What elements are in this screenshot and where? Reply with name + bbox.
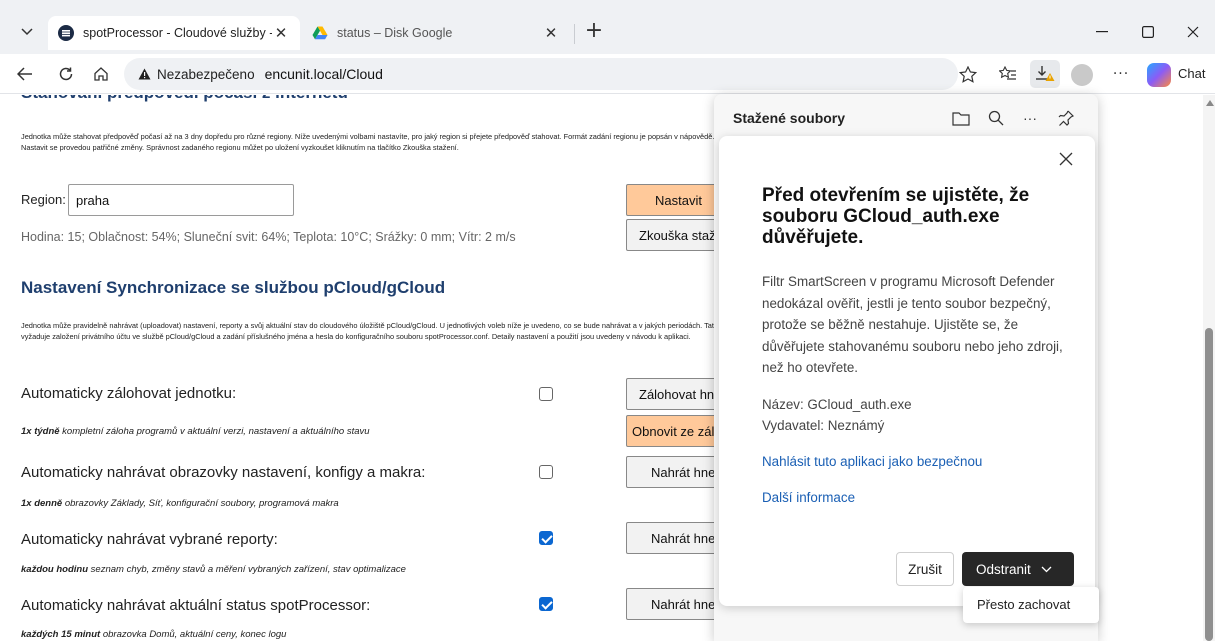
delete-button[interactable]: Odstranit: [962, 552, 1074, 586]
note-period: 1x denně: [21, 498, 63, 509]
favorites-list-button[interactable]: [993, 60, 1023, 88]
auto-upload-screens-checkbox[interactable]: [539, 465, 553, 479]
auto-upload-status-checkbox[interactable]: [539, 597, 553, 611]
profile-avatar[interactable]: [1071, 64, 1093, 86]
note-period: 1x týdně: [21, 426, 60, 437]
auto-backup-label: Automaticky zálohovat jednotku:: [21, 385, 237, 402]
close-window-button[interactable]: [1173, 14, 1213, 50]
pin-icon: [1058, 110, 1074, 126]
tab-separator: [574, 24, 575, 44]
region-input[interactable]: [68, 184, 294, 216]
search-downloads-button[interactable]: [986, 108, 1006, 128]
chevron-down-icon: [1041, 566, 1052, 572]
tab-spotprocessor[interactable]: spotProcessor - Cloudové služby - ✕: [48, 16, 300, 50]
note-text: obrazovka Domů, aktuální ceny, konec log…: [100, 629, 287, 640]
note-period: každou hodinu: [21, 564, 89, 575]
dialog-title: Před otevřením se ujistěte, že souboru G…: [762, 185, 1030, 248]
weather-section-title: Stahování předpovědi počasí z internetu: [21, 95, 348, 103]
search-icon: [988, 110, 1004, 126]
tab-actions-menu-button[interactable]: [12, 17, 42, 47]
folder-icon: [952, 111, 970, 126]
file-name: Název: GCloud_auth.exe: [762, 397, 912, 412]
favorite-button[interactable]: [953, 60, 983, 88]
file-publisher: Vydavatel: Neznámý: [762, 418, 885, 433]
close-tab-icon[interactable]: ✕: [542, 24, 560, 42]
home-icon: [94, 67, 108, 81]
url-text: encunit.local/Cloud: [264, 66, 383, 82]
browser-toolbar: Nezabezpečeno encunit.local/Cloud ··· Ch…: [0, 54, 1215, 94]
tab-title: spotProcessor - Cloudové služby -: [83, 26, 272, 40]
note-period: každých 15 minut: [21, 629, 101, 640]
close-icon: [1187, 26, 1199, 38]
tab-strip: spotProcessor - Cloudové služby - ✕ stat…: [0, 0, 1215, 54]
scrollbar-thumb[interactable]: [1205, 328, 1213, 641]
keep-anyway-menu-item[interactable]: Přesto zachovat: [963, 587, 1099, 623]
cancel-button[interactable]: Zrušit: [896, 552, 954, 586]
region-label: Region:: [21, 192, 66, 207]
note-text: seznam chyb, změny stavů a měření vybran…: [88, 564, 406, 575]
back-arrow-icon: [17, 67, 32, 81]
refresh-button[interactable]: [51, 60, 81, 88]
open-folder-button[interactable]: [951, 108, 971, 128]
minimize-button[interactable]: [1082, 14, 1122, 50]
maximize-button[interactable]: [1128, 14, 1168, 50]
auto-upload-status-note: každých 15 minut obrazovka Domů, aktuáln…: [21, 629, 286, 640]
scroll-up-arrow-icon[interactable]: [1206, 100, 1214, 106]
smartscreen-warning-dialog: Před otevřením se ujistěte, že souboru G…: [719, 136, 1095, 606]
sync-section-title: Nastavení Synchronizace se službou pClou…: [21, 278, 446, 297]
download-warning-icon: [1036, 66, 1055, 81]
auto-upload-screens-label: Automaticky nahrávat obrazovky nastavení…: [21, 464, 426, 481]
favorites-icon: [999, 66, 1016, 80]
more-icon: ···: [1112, 66, 1130, 82]
sync-description: Jednotka může pravidelně nahrávat (uploa…: [21, 321, 762, 341]
close-tab-icon[interactable]: ✕: [272, 24, 290, 42]
downloads-title: Stažené soubory: [733, 110, 846, 126]
copilot-icon[interactable]: [1147, 63, 1171, 87]
dialog-close-button[interactable]: [1059, 152, 1079, 172]
note-text: kompletní záloha programů v aktuální ver…: [59, 426, 370, 437]
star-icon: [959, 65, 977, 83]
report-safe-link[interactable]: Nahlásit tuto aplikaci jako bezpečnou: [762, 454, 982, 469]
security-label: Nezabezpečeno: [157, 66, 255, 82]
pin-downloads-button[interactable]: [1056, 108, 1076, 128]
chat-label[interactable]: Chat: [1178, 66, 1205, 81]
new-tab-button[interactable]: +: [580, 18, 608, 46]
delete-label: Odstranit: [976, 561, 1031, 577]
dialog-body: Filtr SmartScreen v programu Microsoft D…: [762, 274, 1063, 375]
minimize-icon: [1096, 31, 1108, 33]
back-button[interactable]: [10, 60, 40, 88]
auto-upload-reports-note: každou hodinu seznam chyb, změny stavů a…: [21, 564, 406, 575]
auto-upload-screens-note: 1x denně obrazovky Základy, Síť, konfigu…: [21, 498, 339, 509]
more-icon: ···: [1023, 110, 1037, 126]
more-menu-button[interactable]: ···: [1106, 60, 1136, 88]
security-indicator[interactable]: Nezabezpečeno: [138, 67, 255, 82]
more-info-link[interactable]: Další informace: [762, 490, 855, 505]
weather-status: Hodina: 15; Oblačnost: 54%; Sluneční svi…: [21, 230, 516, 244]
downloads-button[interactable]: [1030, 60, 1060, 88]
refresh-icon: [59, 67, 73, 81]
auto-upload-reports-checkbox[interactable]: [539, 531, 553, 545]
downloads-more-button[interactable]: ···: [1020, 108, 1040, 128]
auto-backup-checkbox[interactable]: [539, 387, 553, 401]
tab-title: status – Disk Google: [337, 26, 453, 40]
tab-disk-google[interactable]: status – Disk Google ✕: [302, 16, 570, 50]
close-icon: [1059, 152, 1073, 166]
browser-window: spotProcessor - Cloudové služby - ✕ stat…: [0, 0, 1215, 641]
spot-icon: [58, 25, 74, 41]
auto-upload-reports-label: Automaticky nahrávat vybrané reporty:: [21, 531, 278, 548]
home-button[interactable]: [86, 60, 116, 88]
google-drive-icon: [312, 26, 328, 40]
note-text: obrazovky Základy, Síť, konfigurační sou…: [62, 498, 339, 509]
address-bar[interactable]: Nezabezpečeno encunit.local/Cloud: [124, 58, 958, 90]
auto-backup-note: 1x týdně kompletní záloha programů v akt…: [21, 426, 370, 437]
weather-description: Jednotka může stahovat předpověď počasí …: [21, 132, 787, 152]
chevron-down-icon: [21, 28, 33, 36]
warning-icon: [138, 68, 151, 80]
auto-upload-status-label: Automaticky nahrávat aktuální status spo…: [21, 597, 371, 614]
maximize-icon: [1142, 26, 1154, 38]
